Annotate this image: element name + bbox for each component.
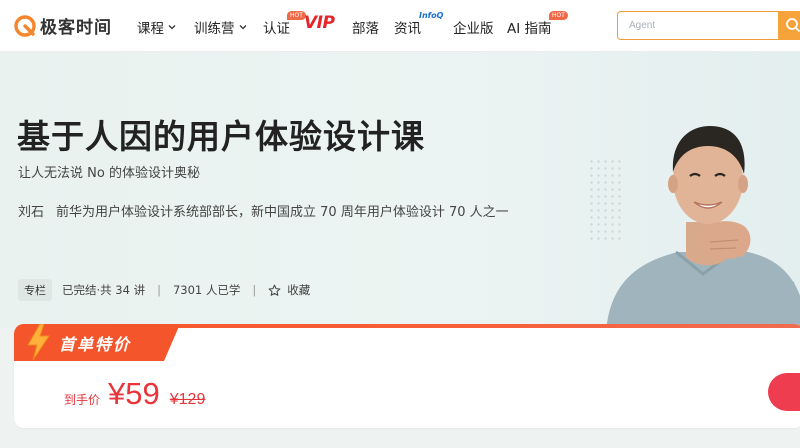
nav-item-label: 部落: [352, 21, 379, 37]
chevron-down-icon: [168, 25, 176, 30]
search-icon: [786, 18, 800, 32]
logo[interactable]: 极客时间: [14, 13, 112, 38]
nav-item-label: 企业版: [453, 21, 494, 37]
divider: |: [157, 283, 161, 297]
price-label: 到手价: [64, 393, 101, 407]
hot-badge: HOT: [549, 11, 568, 20]
nav-item-camp[interactable]: 训练营: [194, 17, 247, 37]
nav-item-certification[interactable]: 认证: [263, 17, 290, 37]
nav-item-ai-guide[interactable]: AI 指南: [507, 17, 552, 37]
column-tag: 专栏: [18, 279, 52, 301]
divider: |: [252, 283, 257, 297]
chevron-down-icon: [239, 25, 246, 30]
page-title: 基于人因的用户体验设计课: [17, 117, 425, 156]
current-price: ¥59: [108, 376, 160, 411]
lesson-status: 已完结·共 34 讲: [62, 283, 146, 297]
nav-item-courses[interactable]: 课程: [137, 17, 176, 37]
search-input[interactable]: [618, 12, 778, 39]
original-price: ¥129: [169, 391, 206, 408]
search-box: [617, 11, 800, 40]
favorite-button[interactable]: 收藏: [268, 282, 310, 298]
course-hero: 基于人因的用户体验设计课 让人无法说 No 的体验设计奥秘 刘石 前华为用户体验设…: [0, 52, 800, 328]
nav-item-tribe[interactable]: 部落: [352, 17, 379, 37]
favorite-label: 收藏: [287, 283, 311, 297]
course-subtitle: 让人无法说 No 的体验设计奥秘: [18, 166, 200, 181]
learner-count: 7301 人已学: [172, 283, 241, 297]
author-portrait: [606, 126, 800, 328]
logo-text: 极客时间: [40, 18, 112, 38]
author-name: 刘石: [18, 205, 45, 220]
nav-item-label: 课程: [137, 21, 164, 37]
vip-link[interactable]: VIP: [304, 13, 335, 33]
nav-item-news[interactable]: 资讯: [394, 17, 421, 37]
nav-item-label: 资讯: [394, 21, 421, 37]
lightning-icon: [27, 324, 50, 361]
infoq-badge: InfoQ: [419, 11, 444, 20]
buy-button[interactable]: [768, 373, 800, 411]
nav-item-label: 训练营: [194, 21, 235, 37]
search-button[interactable]: [778, 11, 800, 40]
author-line: 刘石 前华为用户体验设计系统部部长，新中国成立 70 周年用户体验设计 70 人之…: [18, 201, 509, 220]
star-icon: [268, 284, 281, 296]
promo-label: 首单特价: [59, 335, 132, 354]
top-nav: 极客时间 课程 训练营 认证 HOT VIP 部落 资讯 InfoQ 企业版 A…: [0, 0, 800, 52]
price-row: 到手价 ¥59 ¥129: [64, 376, 205, 412]
author-bio: 前华为用户体验设计系统部部长，新中国成立 70 周年用户体验设计 70 人之一: [56, 205, 509, 220]
price-card: 首单特价 到手价 ¥59 ¥129: [14, 324, 800, 428]
nav-item-label: 认证: [263, 21, 290, 37]
nav-item-enterprise[interactable]: 企业版: [453, 17, 494, 37]
logo-icon: [14, 14, 36, 37]
course-meta: 专栏 已完结·共 34 讲 | 7301 人已学 | 收藏: [18, 279, 310, 301]
nav-item-label: AI 指南: [507, 21, 552, 37]
